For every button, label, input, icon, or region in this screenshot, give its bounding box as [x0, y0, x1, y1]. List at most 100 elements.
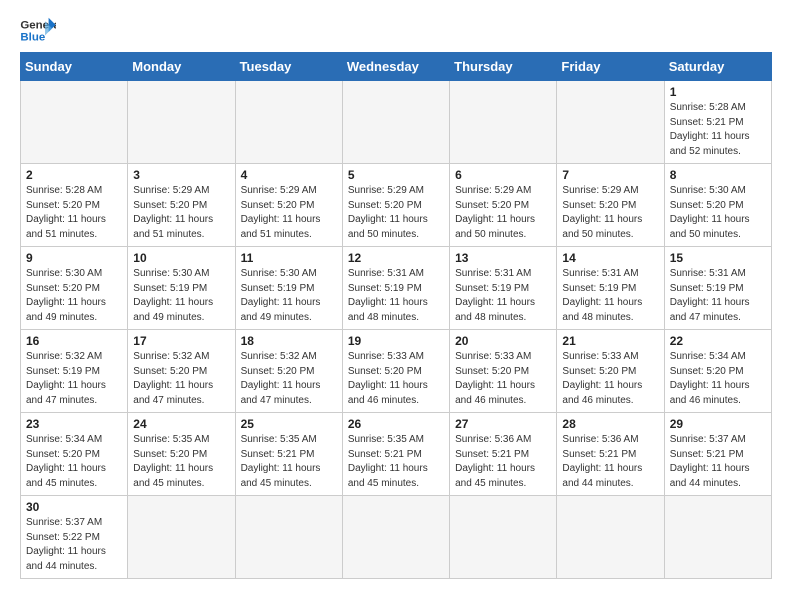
- day-info: Sunrise: 5:35 AM Sunset: 5:20 PM Dayligh…: [133, 433, 229, 491]
- day-info: Sunrise: 5:33 AM Sunset: 5:20 PM Dayligh…: [348, 350, 444, 408]
- weekday-header-friday: Friday: [557, 53, 664, 81]
- calendar-week-row: 1Sunrise: 5:28 AM Sunset: 5:21 PM Daylig…: [21, 81, 772, 164]
- day-info: Sunrise: 5:37 AM Sunset: 5:21 PM Dayligh…: [670, 433, 766, 491]
- weekday-header-thursday: Thursday: [450, 53, 557, 81]
- day-info: Sunrise: 5:34 AM Sunset: 5:20 PM Dayligh…: [670, 350, 766, 408]
- logo: General Blue: [20, 16, 56, 46]
- calendar-day-cell: 9Sunrise: 5:30 AM Sunset: 5:20 PM Daylig…: [21, 247, 128, 330]
- calendar-week-row: 2 Sunrise: 5:28 AM Sunset: 5:20 PM Daylig…: [21, 164, 772, 247]
- day-number: 12: [348, 251, 444, 265]
- calendar-day-cell: 27Sunrise: 5:36 AM Sunset: 5:21 PM Dayli…: [450, 413, 557, 496]
- day-number: 10: [133, 251, 229, 265]
- calendar-week-row: 30Sunrise: 5:37 AM Sunset: 5:22 PM Dayli…: [21, 496, 772, 579]
- day-info: Sunrise: 5:28 AM Sunset: 5:21 PM Dayligh…: [670, 101, 766, 159]
- calendar-day-cell: 18 Sunrise: 5:32 AM Sunset: 5:20 PM Dayli…: [235, 330, 342, 413]
- calendar-day-cell: 20 Sunrise: 5:33 AM Sunset: 5:20 PM Dayli…: [450, 330, 557, 413]
- calendar-day-cell: [235, 496, 342, 579]
- calendar-table: SundayMondayTuesdayWednesdayThursdayFrid…: [20, 52, 772, 579]
- day-number: 18: [241, 334, 337, 348]
- day-info: Sunrise: 5:30 AM Sunset: 5:19 PM Dayligh…: [133, 267, 229, 325]
- day-info: Sunrise: 5:32 AM Sunset: 5:20 PM Dayligh…: [241, 350, 337, 408]
- calendar-day-cell: 28 Sunrise: 5:36 AM Sunset: 5:21 PM Dayli…: [557, 413, 664, 496]
- calendar-day-cell: 23 Sunrise: 5:34 AM Sunset: 5:20 PM Dayli…: [21, 413, 128, 496]
- calendar-day-cell: [450, 496, 557, 579]
- day-info: Sunrise: 5:33 AM Sunset: 5:20 PM Dayligh…: [455, 350, 551, 408]
- weekday-header-sunday: Sunday: [21, 53, 128, 81]
- calendar-day-cell: [342, 496, 449, 579]
- day-info: Sunrise: 5:29 AM Sunset: 5:20 PM Dayligh…: [455, 184, 551, 242]
- weekday-header-wednesday: Wednesday: [342, 53, 449, 81]
- day-info: Sunrise: 5:33 AM Sunset: 5:20 PM Dayligh…: [562, 350, 658, 408]
- day-info: Sunrise: 5:32 AM Sunset: 5:19 PM Dayligh…: [26, 350, 122, 408]
- calendar-day-cell: 6 Sunrise: 5:29 AM Sunset: 5:20 PM Daylig…: [450, 164, 557, 247]
- svg-text:Blue: Blue: [20, 32, 45, 44]
- weekday-header-row: SundayMondayTuesdayWednesdayThursdayFrid…: [21, 53, 772, 81]
- day-number: 24: [133, 417, 229, 431]
- calendar-day-cell: 17 Sunrise: 5:32 AM Sunset: 5:20 PM Dayli…: [128, 330, 235, 413]
- day-number: 26: [348, 417, 444, 431]
- day-number: 23: [26, 417, 122, 431]
- day-number: 29: [670, 417, 766, 431]
- day-info: Sunrise: 5:35 AM Sunset: 5:21 PM Dayligh…: [241, 433, 337, 491]
- calendar-week-row: 16 Sunrise: 5:32 AM Sunset: 5:19 PM Dayli…: [21, 330, 772, 413]
- day-number: 15: [670, 251, 766, 265]
- calendar-day-cell: 8 Sunrise: 5:30 AM Sunset: 5:20 PM Daylig…: [664, 164, 771, 247]
- day-number: 27: [455, 417, 551, 431]
- calendar-day-cell: 24 Sunrise: 5:35 AM Sunset: 5:20 PM Dayli…: [128, 413, 235, 496]
- day-info: Sunrise: 5:31 AM Sunset: 5:19 PM Dayligh…: [562, 267, 658, 325]
- logo-icon: General Blue: [20, 16, 56, 46]
- day-number: 11: [241, 251, 337, 265]
- calendar-day-cell: 11Sunrise: 5:30 AM Sunset: 5:19 PM Dayli…: [235, 247, 342, 330]
- day-number: 20: [455, 334, 551, 348]
- day-number: 8: [670, 168, 766, 182]
- day-number: 2: [26, 168, 122, 182]
- day-number: 17: [133, 334, 229, 348]
- day-number: 6: [455, 168, 551, 182]
- calendar-day-cell: 30Sunrise: 5:37 AM Sunset: 5:22 PM Dayli…: [21, 496, 128, 579]
- calendar-day-cell: 29 Sunrise: 5:37 AM Sunset: 5:21 PM Dayli…: [664, 413, 771, 496]
- day-info: Sunrise: 5:29 AM Sunset: 5:20 PM Dayligh…: [562, 184, 658, 242]
- calendar-day-cell: 26Sunrise: 5:35 AM Sunset: 5:21 PM Dayli…: [342, 413, 449, 496]
- day-info: Sunrise: 5:30 AM Sunset: 5:20 PM Dayligh…: [670, 184, 766, 242]
- day-number: 28: [562, 417, 658, 431]
- day-number: 3: [133, 168, 229, 182]
- calendar-day-cell: 25 Sunrise: 5:35 AM Sunset: 5:21 PM Dayli…: [235, 413, 342, 496]
- day-info: Sunrise: 5:31 AM Sunset: 5:19 PM Dayligh…: [670, 267, 766, 325]
- calendar-day-cell: 3 Sunrise: 5:29 AM Sunset: 5:20 PM Daylig…: [128, 164, 235, 247]
- day-number: 5: [348, 168, 444, 182]
- calendar-day-cell: 13 Sunrise: 5:31 AM Sunset: 5:19 PM Dayli…: [450, 247, 557, 330]
- day-info: Sunrise: 5:32 AM Sunset: 5:20 PM Dayligh…: [133, 350, 229, 408]
- calendar-day-cell: [128, 81, 235, 164]
- day-info: Sunrise: 5:34 AM Sunset: 5:20 PM Dayligh…: [26, 433, 122, 491]
- calendar-day-cell: 22Sunrise: 5:34 AM Sunset: 5:20 PM Dayli…: [664, 330, 771, 413]
- calendar-day-cell: 14Sunrise: 5:31 AM Sunset: 5:19 PM Dayli…: [557, 247, 664, 330]
- day-info: Sunrise: 5:29 AM Sunset: 5:20 PM Dayligh…: [348, 184, 444, 242]
- calendar-day-cell: 15 Sunrise: 5:31 AM Sunset: 5:19 PM Dayli…: [664, 247, 771, 330]
- day-number: 25: [241, 417, 337, 431]
- calendar-day-cell: [235, 81, 342, 164]
- calendar-day-cell: [557, 81, 664, 164]
- calendar-day-cell: 16 Sunrise: 5:32 AM Sunset: 5:19 PM Dayli…: [21, 330, 128, 413]
- day-number: 13: [455, 251, 551, 265]
- day-number: 4: [241, 168, 337, 182]
- day-number: 21: [562, 334, 658, 348]
- calendar-day-cell: [21, 81, 128, 164]
- calendar-day-cell: 2 Sunrise: 5:28 AM Sunset: 5:20 PM Daylig…: [21, 164, 128, 247]
- day-info: Sunrise: 5:29 AM Sunset: 5:20 PM Dayligh…: [133, 184, 229, 242]
- calendar-day-cell: [128, 496, 235, 579]
- calendar-day-cell: [342, 81, 449, 164]
- calendar-day-cell: 1Sunrise: 5:28 AM Sunset: 5:21 PM Daylig…: [664, 81, 771, 164]
- day-info: Sunrise: 5:36 AM Sunset: 5:21 PM Dayligh…: [562, 433, 658, 491]
- day-number: 30: [26, 500, 122, 514]
- calendar-day-cell: [557, 496, 664, 579]
- calendar-week-row: 9Sunrise: 5:30 AM Sunset: 5:20 PM Daylig…: [21, 247, 772, 330]
- day-number: 16: [26, 334, 122, 348]
- day-info: Sunrise: 5:28 AM Sunset: 5:20 PM Dayligh…: [26, 184, 122, 242]
- calendar-day-cell: 4 Sunrise: 5:29 AM Sunset: 5:20 PM Daylig…: [235, 164, 342, 247]
- calendar-day-cell: 12Sunrise: 5:31 AM Sunset: 5:19 PM Dayli…: [342, 247, 449, 330]
- calendar-day-cell: 5 Sunrise: 5:29 AM Sunset: 5:20 PM Daylig…: [342, 164, 449, 247]
- day-info: Sunrise: 5:29 AM Sunset: 5:20 PM Dayligh…: [241, 184, 337, 242]
- calendar-day-cell: [450, 81, 557, 164]
- day-info: Sunrise: 5:30 AM Sunset: 5:20 PM Dayligh…: [26, 267, 122, 325]
- day-info: Sunrise: 5:31 AM Sunset: 5:19 PM Dayligh…: [455, 267, 551, 325]
